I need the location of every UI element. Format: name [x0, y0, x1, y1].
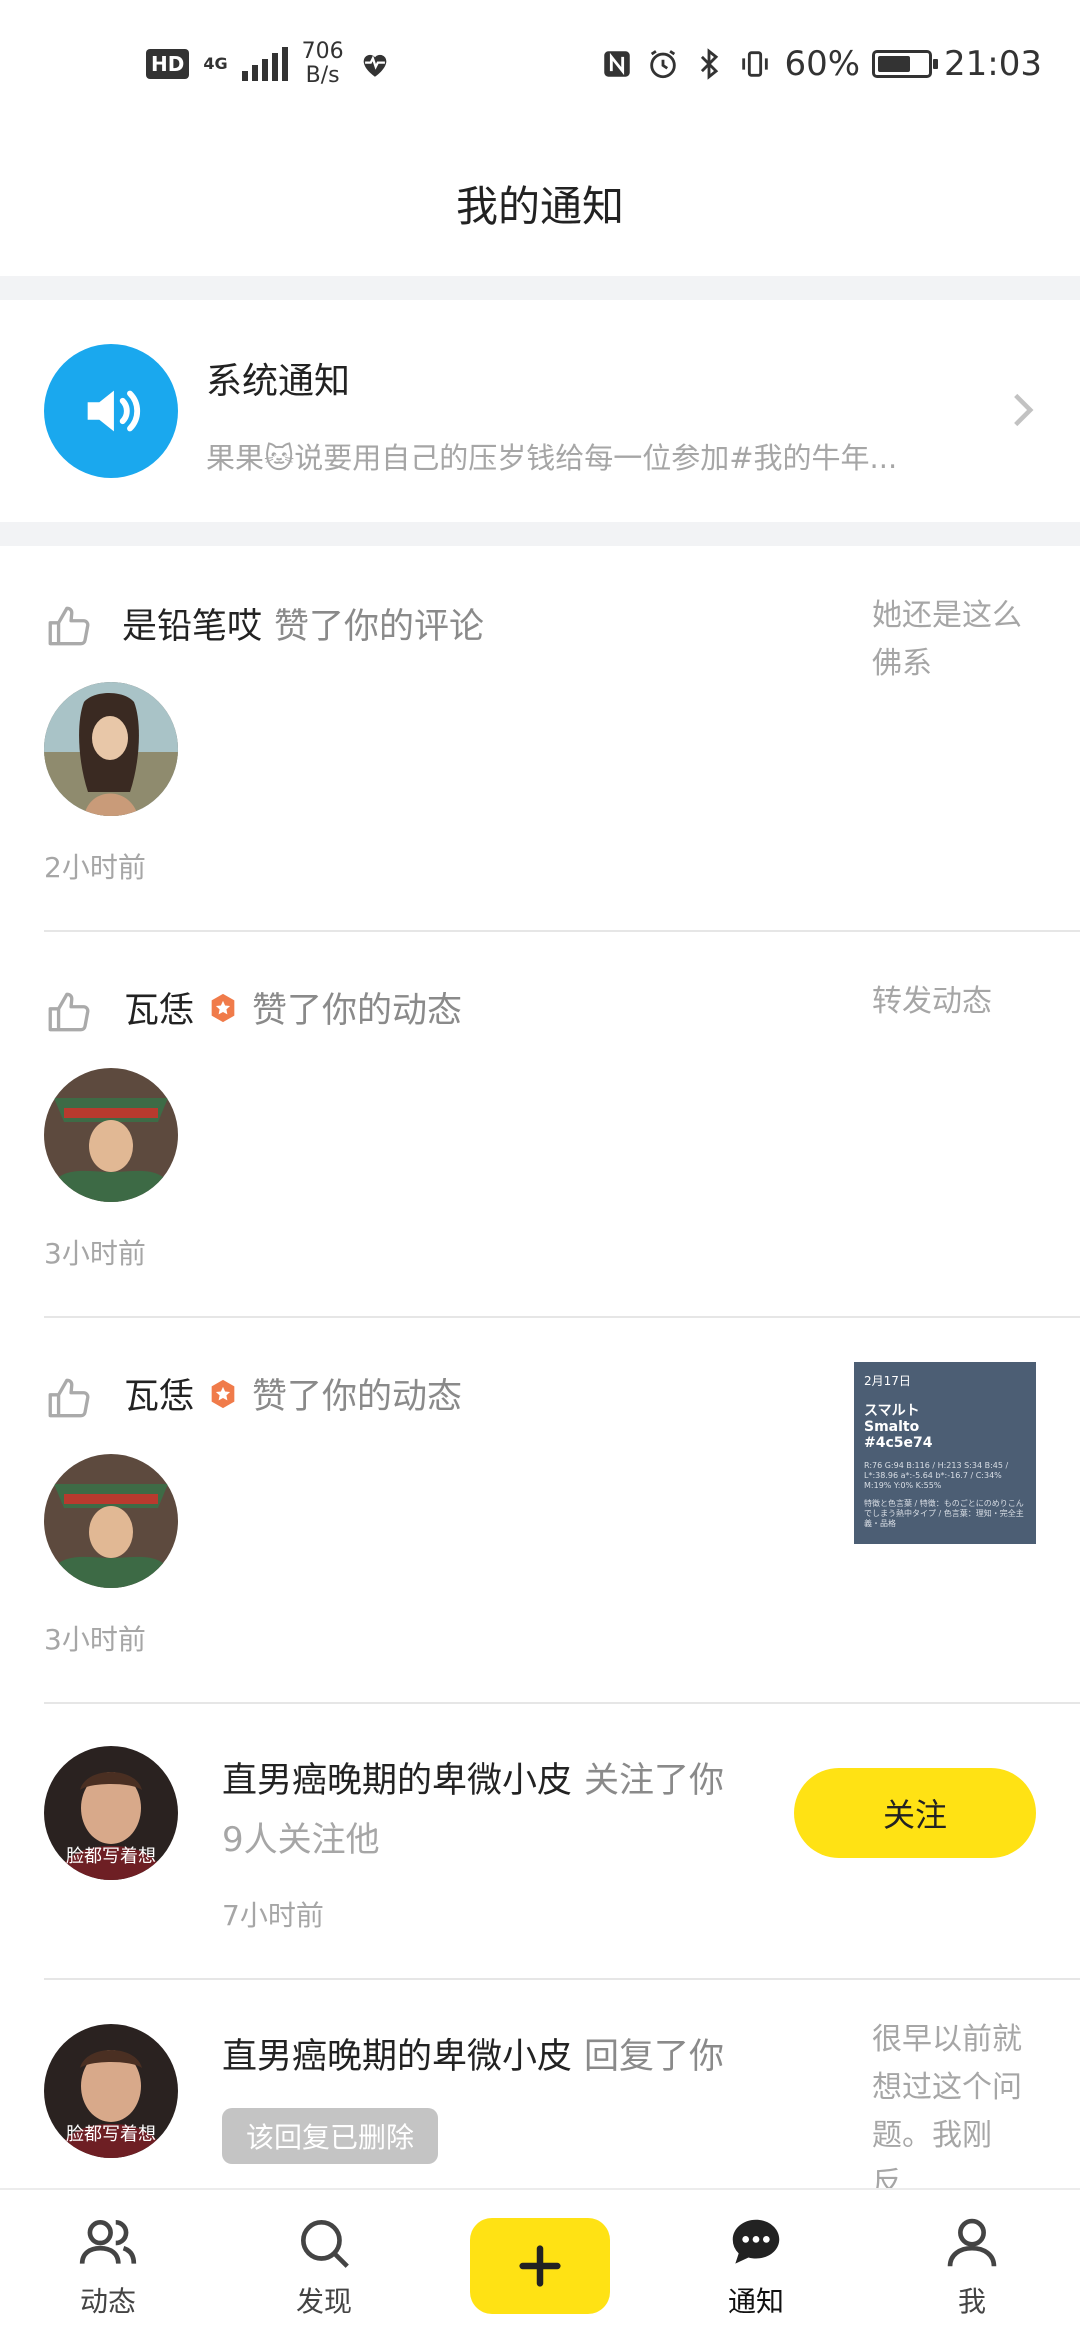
search-icon [301, 2220, 349, 2268]
hd-indicator: HD [146, 49, 190, 79]
status-left: HD 4G 706 B/s [146, 40, 392, 88]
avatar-caption: 脸都写着想 [66, 2124, 156, 2145]
user-name[interactable]: 瓦恁 [124, 982, 194, 1033]
health-heart-icon [363, 54, 386, 77]
users-icon [79, 2220, 137, 2264]
notification-text: 瓦恁 赞了你的动态 [124, 982, 462, 1033]
nav-label: 我 [957, 2285, 986, 2318]
nav-label: 动态 [79, 2285, 136, 2318]
plus-icon [519, 2245, 561, 2287]
status-bar: HD 4G 706 B/s 60% 21:03 [0, 0, 1080, 130]
nav-label: 通知 [727, 2285, 784, 2318]
notification-text: 是铅笔哎 赞了你的评论 [122, 598, 484, 649]
speed-value: 706 [301, 39, 344, 64]
thumbnail-note: 特徴と色言葉 / 特徴：ものごとにのめりこんでしまう熱中タイプ / 色言葉：理知… [864, 1499, 1024, 1528]
thumbnail-name-en: Smalto [864, 1419, 920, 1435]
thumbnail-name-jp: スマルト [864, 1403, 920, 1419]
system-notice-row[interactable]: 系统通知 果果🐱说要用自己的压岁钱给每一位参加#我的牛年... [0, 300, 1080, 522]
vibrate-icon [742, 51, 769, 77]
system-notice-preview: 果果🐱说要用自己的压岁钱给每一位参加#我的牛年... [206, 441, 898, 475]
thumbs-up-icon [48, 992, 90, 1032]
referenced-content[interactable]: 她还是这么佛系 [872, 592, 1032, 688]
thumbnail-title: スマルト Smalto #4c5e74 [864, 1403, 1026, 1451]
nfc-icon [604, 51, 631, 77]
system-notice-avatar [44, 344, 178, 478]
avatar-caption: 脸都写着想 [66, 1846, 156, 1867]
bluetooth-icon [701, 48, 719, 80]
avatar[interactable] [44, 1454, 178, 1588]
timestamp: 3小时前 [44, 1237, 146, 1270]
referenced-content[interactable]: 转发动态 [872, 978, 1032, 1026]
thumbnail-hex: #4c5e74 [864, 1435, 933, 1451]
section-gap [0, 522, 1080, 546]
signal-icon [241, 47, 288, 81]
page-header: 我的通知 [0, 130, 1080, 276]
notification-item[interactable]: 瓦恁 赞了你的动态 转发动态 3小时前 [0, 932, 1080, 1318]
post-thumbnail[interactable]: 2月17日 スマルト Smalto #4c5e74 R:76 G:94 B:11… [854, 1362, 1036, 1544]
user-name[interactable]: 直男癌晚期的卑微小皮 [222, 2028, 572, 2079]
alarm-icon [650, 50, 677, 79]
user-name[interactable]: 是铅笔哎 [122, 598, 262, 649]
thumbnail-date: 2月17日 [864, 1374, 911, 1388]
notification-item[interactable]: 脸都写着想 直男癌晚期的卑微小皮 关注了你 9人关注他 7小时前 关注 [0, 1704, 1080, 1980]
avatar[interactable] [44, 682, 178, 816]
avatar[interactable] [44, 1068, 178, 1202]
section-gap [0, 276, 1080, 300]
person-icon [947, 2218, 997, 2267]
avatar[interactable]: 脸都写着想 [44, 2024, 178, 2158]
action-text: 关注了你 [584, 1761, 725, 1801]
battery-percent: 60% [784, 44, 861, 84]
system-notice-title: 系统通知 [206, 361, 351, 402]
verified-badge-icon [211, 1379, 235, 1408]
user-name[interactable]: 瓦恁 [124, 1368, 194, 1419]
chat-icon [732, 2219, 780, 2264]
timestamp: 3小时前 [44, 1623, 146, 1656]
notification-text: 瓦恁 赞了你的动态 [124, 1368, 462, 1419]
nav-item-discover[interactable]: 发现 [244, 2190, 404, 2340]
nav-item-feed[interactable]: 动态 [28, 2190, 188, 2340]
status-right: 60% 21:03 [600, 44, 1042, 84]
page-title: 我的通知 [455, 181, 624, 231]
referenced-content[interactable]: 很早以前就想过这个问题。我刚反... [872, 2016, 1032, 2188]
nav-item-me[interactable]: 我 [892, 2190, 1052, 2340]
notification-text: 直男癌晚期的卑微小皮 关注了你 [222, 1752, 724, 1803]
action-text: 赞了你的动态 [252, 1377, 463, 1417]
speed-unit: B/s [305, 63, 340, 88]
notification-item[interactable]: 是铅笔哎 赞了你的评论 她还是这么佛系 2小时前 [0, 546, 1080, 932]
timestamp: 7小时前 [222, 1899, 324, 1932]
battery-icon [872, 50, 939, 78]
nav-item-notifications[interactable]: 通知 [676, 2190, 836, 2340]
notification-item[interactable]: 脸都写着想 直男癌晚期的卑微小皮 回复了你 该回复已删除 很早以前就想过这个问题… [0, 1980, 1080, 2188]
network-type: 4G [203, 54, 228, 73]
nav-label: 发现 [295, 2285, 352, 2318]
action-text: 赞了你的评论 [274, 607, 485, 647]
user-name[interactable]: 直男癌晚期的卑微小皮 [222, 1752, 572, 1803]
thumbnail-specs: R:76 G:94 B:116 / H:213 S:34 B:45 / L*:3… [864, 1461, 1009, 1490]
thumbs-up-icon [48, 1378, 90, 1418]
network-speed: 706 B/s [302, 40, 344, 88]
bottom-navigation: 动态 发现 通知 我 [0, 2188, 1080, 2340]
speaker-icon [87, 390, 141, 432]
deleted-reply-tag: 该回复已删除 [222, 2108, 439, 2164]
avatar[interactable]: 脸都写着想 [44, 1746, 178, 1880]
follower-count: 9人关注他 [222, 1820, 380, 1860]
notification-item[interactable]: 瓦恁 赞了你的动态 2月17日 スマルト Smalto #4c5e74 R:76… [0, 1318, 1080, 1704]
follow-button[interactable]: 关注 [794, 1768, 1036, 1858]
clock: 21:03 [944, 44, 1042, 84]
create-post-button[interactable] [470, 2218, 610, 2314]
action-text: 回复了你 [584, 2037, 725, 2077]
chevron-right-icon [1014, 393, 1034, 427]
verified-badge-icon [211, 993, 235, 1022]
timestamp: 2小时前 [44, 851, 146, 884]
action-text: 赞了你的动态 [252, 991, 463, 1031]
notification-text: 直男癌晚期的卑微小皮 回复了你 [222, 2028, 724, 2079]
thumbs-up-icon [48, 606, 90, 646]
